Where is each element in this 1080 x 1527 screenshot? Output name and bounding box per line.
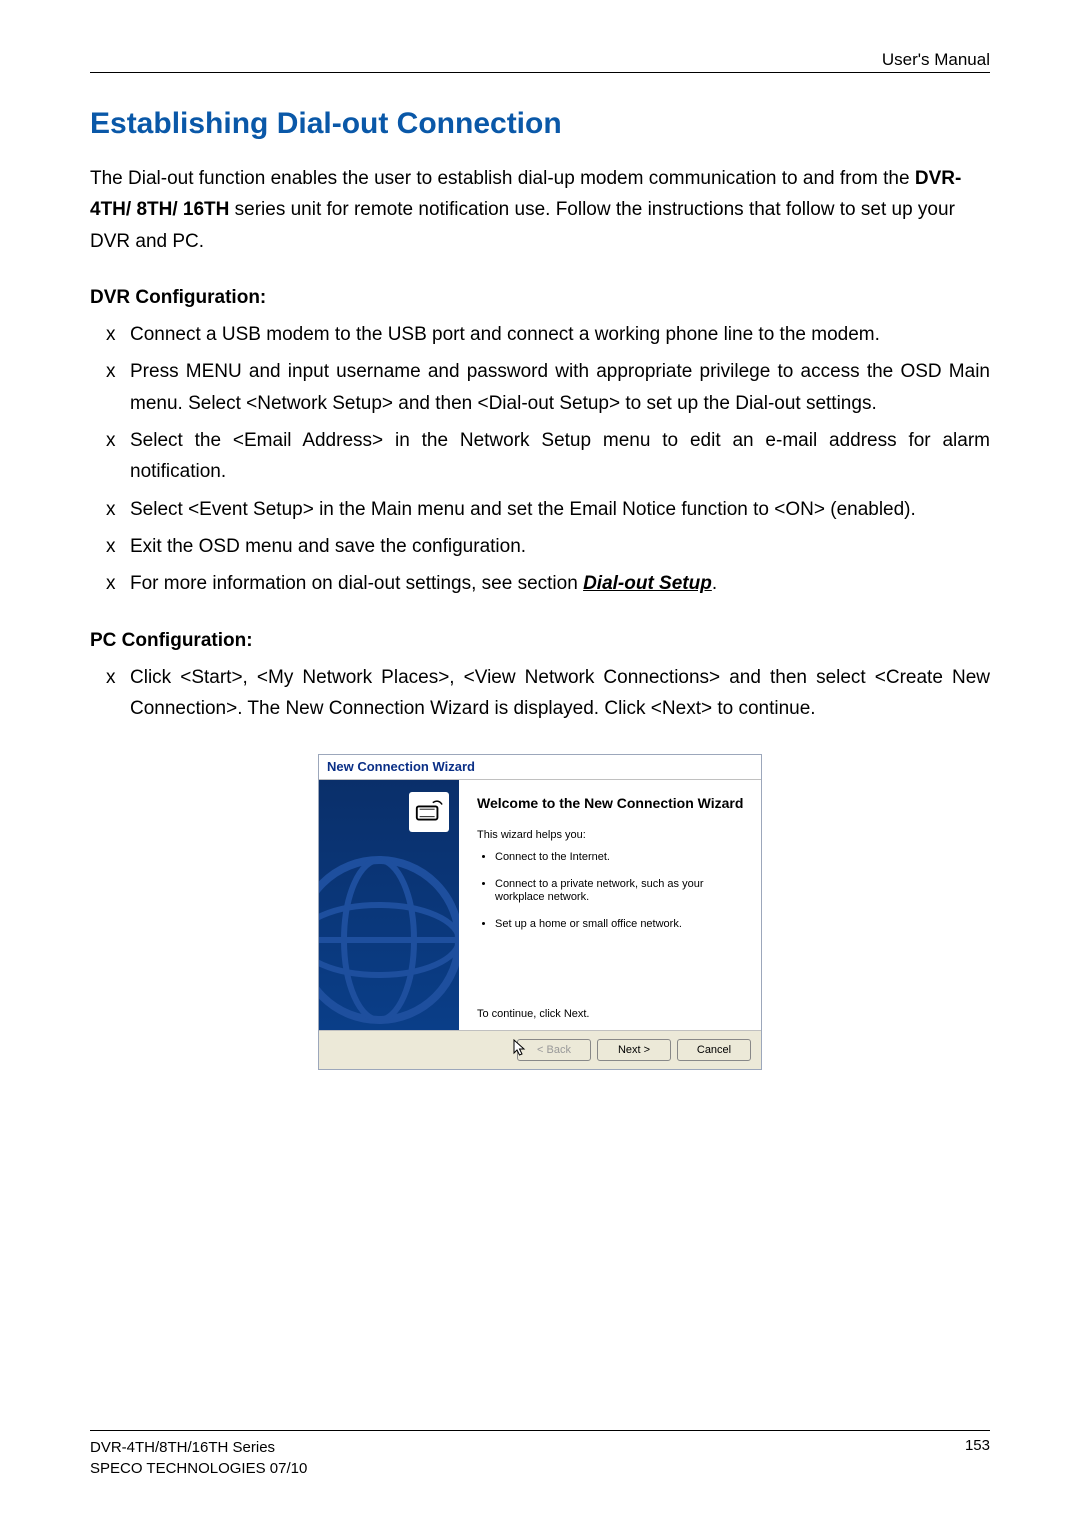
wizard-footer: < Back Next > Cancel <box>319 1030 761 1069</box>
footer-line1: DVR-4TH/8TH/16TH Series <box>90 1437 307 1458</box>
intro-paragraph: The Dial-out function enables the user t… <box>90 163 990 257</box>
page-number: 153 <box>965 1437 990 1454</box>
header-right-text: User's Manual <box>882 50 990 69</box>
wizard-continue: To continue, click Next. <box>477 1008 745 1020</box>
next-button[interactable]: Next > <box>597 1039 671 1061</box>
document-page: User's Manual Establishing Dial-out Conn… <box>0 0 1080 1110</box>
dial-out-setup-link[interactable]: Dial-out Setup <box>583 573 712 594</box>
dvr-heading: DVR Configuration: <box>90 287 990 309</box>
dvr-last-post: . <box>712 573 717 594</box>
wizard-bullet: Connect to a private network, such as yo… <box>495 878 745 904</box>
wizard-body: Welcome to the New Connection Wizard Thi… <box>319 780 761 1030</box>
back-button: < Back <box>517 1039 591 1061</box>
page-header: User's Manual <box>90 50 990 73</box>
dvr-list: Connect a USB modem to the USB port and … <box>90 319 990 600</box>
list-item: Exit the OSD menu and save the configura… <box>130 531 990 562</box>
pc-heading: PC Configuration: <box>90 630 990 652</box>
modem-icon-svg <box>414 797 444 827</box>
wizard-titlebar: New Connection Wizard <box>319 755 761 780</box>
list-item: Click <Start>, <My Network Places>, <Vie… <box>130 662 990 725</box>
wizard-bullet: Connect to the Internet. <box>495 851 745 864</box>
list-item: Select the <Email Address> in the Networ… <box>130 425 990 488</box>
globe-icon <box>319 850 459 1030</box>
list-item: Select <Event Setup> in the Main menu an… <box>130 494 990 525</box>
wizard-sidebar <box>319 780 459 1030</box>
wizard-bullet: Set up a home or small office network. <box>495 918 745 931</box>
page-footer: DVR-4TH/8TH/16TH Series SPECO TECHNOLOGI… <box>90 1430 990 1479</box>
wizard-welcome: Welcome to the New Connection Wizard <box>477 794 745 812</box>
intro-pre: The Dial-out function enables the user t… <box>90 168 915 189</box>
cancel-button[interactable]: Cancel <box>677 1039 751 1061</box>
modem-icon <box>409 792 449 832</box>
list-item: Press MENU and input username and passwo… <box>130 356 990 419</box>
wizard-main: Welcome to the New Connection Wizard Thi… <box>459 780 761 1030</box>
wizard-bullets: Connect to the Internet. Connect to a pr… <box>477 851 745 946</box>
footer-line2: SPECO TECHNOLOGIES 07/10 <box>90 1458 307 1479</box>
wizard-helps: This wizard helps you: <box>477 829 745 841</box>
new-connection-wizard: New Connection Wizard Wel <box>318 754 762 1070</box>
pc-list: Click <Start>, <My Network Places>, <Vie… <box>90 662 990 725</box>
dvr-last-pre: For more information on dial-out setting… <box>130 573 583 594</box>
list-item: For more information on dial-out setting… <box>130 568 990 599</box>
page-title: Establishing Dial-out Connection <box>90 107 990 141</box>
list-item: Connect a USB modem to the USB port and … <box>130 319 990 350</box>
footer-left: DVR-4TH/8TH/16TH Series SPECO TECHNOLOGI… <box>90 1437 307 1479</box>
